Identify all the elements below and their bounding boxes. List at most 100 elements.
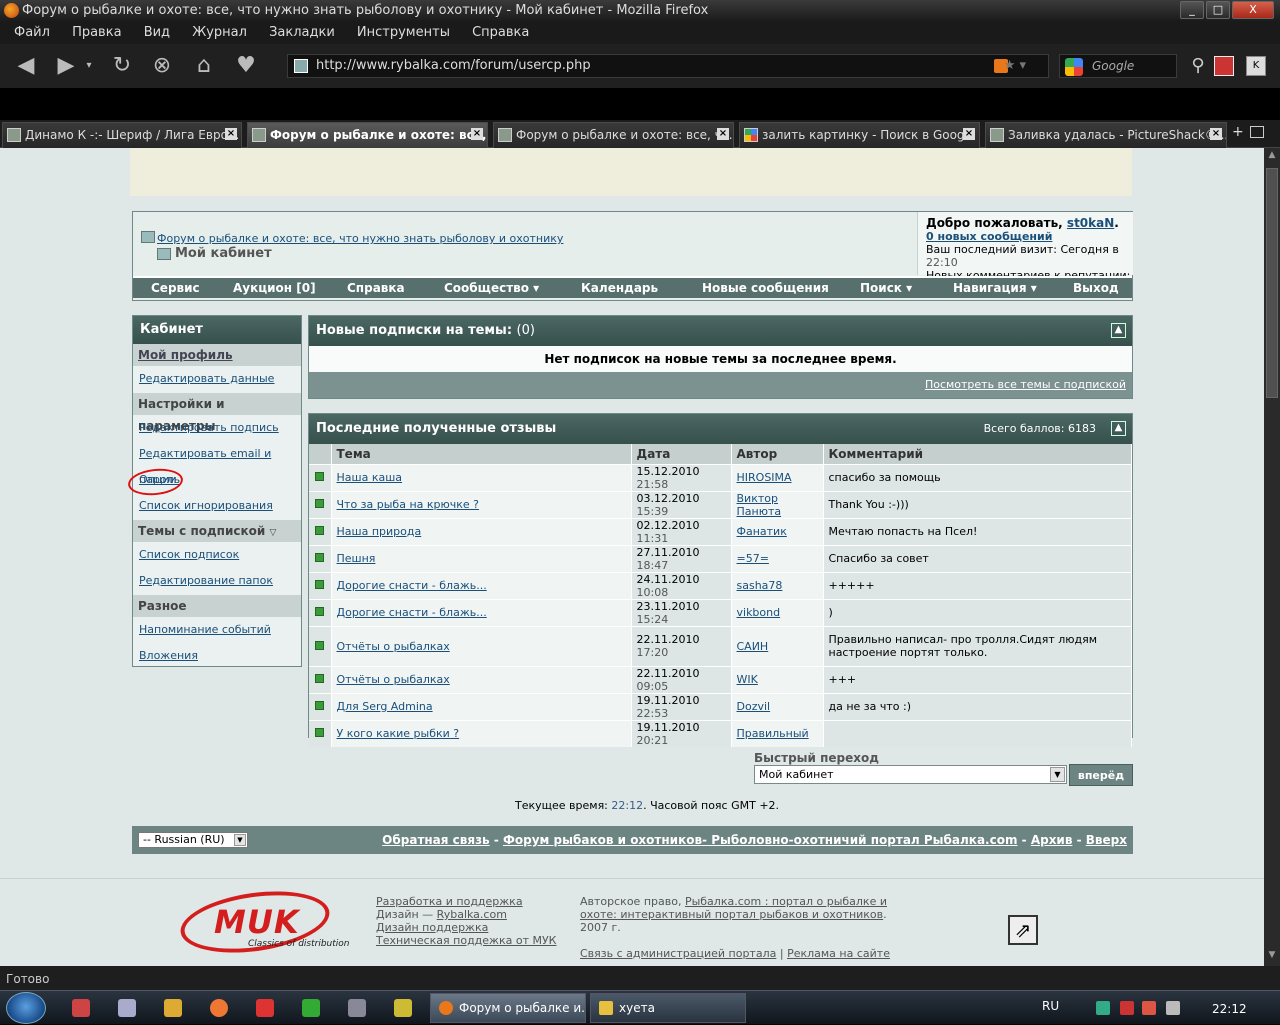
language-select[interactable]: -- Russian (RU) ▼: [138, 832, 248, 848]
new-tab-plus-icon[interactable]: +: [1232, 124, 1244, 140]
quicklaunch-app-icon[interactable]: [302, 999, 320, 1017]
addon-k-icon[interactable]: K: [1246, 56, 1266, 76]
menu-history[interactable]: Журнал: [192, 25, 247, 40]
sidebar-item-edit-data[interactable]: Редактировать данные: [133, 366, 301, 392]
back-arrow-icon[interactable]: ◀: [10, 50, 42, 82]
input-language[interactable]: RU: [1042, 999, 1059, 1013]
review-topic-link[interactable]: Что за рыба на крючке ?: [337, 498, 480, 511]
view-all-subscriptions-link[interactable]: Посмотреть все темы с подпиской: [925, 378, 1126, 391]
tech-support-link[interactable]: Техническая поддежка от МУК: [376, 934, 556, 947]
review-topic-link[interactable]: Наша природа: [337, 525, 422, 538]
sidebar-item-profile-label[interactable]: Мой профиль: [138, 348, 233, 362]
review-author-link[interactable]: Dozvil: [737, 700, 771, 713]
history-dropdown-icon[interactable]: ▾: [82, 50, 96, 82]
sidebar-item-edit-signature[interactable]: Редактировать подпись: [133, 415, 301, 441]
nav-community[interactable]: Сообщество ▾: [444, 278, 539, 298]
menu-view[interactable]: Вид: [144, 25, 170, 40]
nav-navigation[interactable]: Навигация ▾: [953, 278, 1037, 298]
tab-2[interactable]: Форум о рыбалке и охоте: все, ... ×: [247, 122, 488, 148]
review-topic-link[interactable]: Пешня: [337, 552, 376, 565]
tray-network-icon[interactable]: [1120, 1001, 1134, 1015]
portal-home-link[interactable]: Форум рыбаков и охотников- Рыболовно-охо…: [503, 833, 1017, 847]
review-author-link[interactable]: =57=: [737, 552, 769, 565]
collapse-icon[interactable]: ▲: [1111, 323, 1126, 338]
review-topic-link[interactable]: Наша каша: [337, 471, 403, 484]
bookmark-star-icon[interactable]: ★ ▾: [1004, 55, 1026, 77]
username-link[interactable]: st0kaN: [1067, 216, 1114, 230]
review-topic-link[interactable]: Для Serg Admina: [337, 700, 433, 713]
new-messages-link[interactable]: 0 новых сообщений: [926, 230, 1052, 243]
search-magnifier-icon[interactable]: ⚲: [1182, 50, 1214, 82]
nav-calendar[interactable]: Календарь: [581, 278, 658, 298]
addon-red-icon[interactable]: [1214, 56, 1234, 76]
external-arrow-icon[interactable]: ⇗: [1008, 915, 1038, 945]
tab-5[interactable]: Заливка удалась - PictureShack® ... ×: [985, 122, 1227, 148]
quick-jump-go-button[interactable]: вперёд: [1069, 764, 1133, 786]
tab-4[interactable]: залить картинку - Поиск в Google ×: [739, 122, 980, 148]
nav-search[interactable]: Поиск ▾: [860, 278, 912, 298]
development-link[interactable]: Разработка и поддержка: [376, 895, 523, 908]
menu-file[interactable]: Файл: [14, 25, 50, 40]
menu-bookmarks[interactable]: Закладки: [269, 25, 335, 40]
tab-list-icon[interactable]: [1250, 126, 1264, 138]
review-author-link[interactable]: Фанатик: [737, 525, 787, 538]
collapse-icon[interactable]: ▲: [1111, 421, 1126, 436]
sidebar-item-edit-signature-label[interactable]: Редактировать подпись: [139, 421, 279, 434]
quicklaunch-app-icon[interactable]: [118, 999, 136, 1017]
sidebar-item-edit-folders-label[interactable]: Редактирование папок: [139, 574, 273, 587]
feedback-link[interactable]: Обратная связь: [382, 833, 489, 847]
breadcrumb-forum-link[interactable]: Форум о рыбалке и охоте: все, что нужно …: [157, 232, 563, 245]
scroll-down-icon[interactable]: ▼: [1266, 950, 1278, 964]
scrollbar-thumb[interactable]: [1266, 168, 1278, 398]
tray-app-icon[interactable]: [1142, 1001, 1156, 1015]
maximize-button[interactable]: □: [1206, 1, 1230, 19]
quicklaunch-app-icon[interactable]: [164, 999, 182, 1017]
nav-auction[interactable]: Аукцион [0]: [233, 278, 316, 298]
scroll-up-icon[interactable]: ▲: [1266, 150, 1278, 164]
addon-icon[interactable]: ♥: [230, 50, 262, 82]
tab-1[interactable]: Динамо К -:- Шериф / Лига Евро... ×: [2, 122, 242, 148]
chevron-down-icon[interactable]: ▽: [269, 528, 276, 538]
tab-3[interactable]: Форум о рыбалке и охоте: все, чт... ×: [493, 122, 734, 148]
start-button[interactable]: [6, 992, 46, 1024]
system-clock[interactable]: 22:12: [1212, 1002, 1247, 1016]
stop-icon[interactable]: ⊗: [146, 50, 178, 82]
steam-icon[interactable]: [348, 999, 366, 1017]
home-icon[interactable]: ⌂: [188, 50, 220, 82]
google-icon[interactable]: [1065, 58, 1083, 76]
sidebar-item-edit-folders[interactable]: Редактирование папок: [133, 568, 301, 594]
menu-tools[interactable]: Инструменты: [357, 25, 450, 40]
review-topic-link[interactable]: У кого какие рыбки ?: [337, 727, 460, 740]
chevron-down-icon[interactable]: ▼: [234, 834, 246, 846]
taskbar-folder[interactable]: хуета: [590, 993, 746, 1023]
nav-help[interactable]: Справка: [347, 278, 405, 298]
review-author-link[interactable]: WIK: [737, 673, 758, 686]
nav-new-posts[interactable]: Новые сообщения: [702, 278, 829, 298]
review-author-link[interactable]: Виктор Панюта: [737, 492, 782, 518]
review-topic-link[interactable]: Дорогие снасти - блажь...: [337, 606, 487, 619]
sidebar-item-ignore-list[interactable]: Список игнорирования: [133, 493, 301, 519]
forward-arrow-icon[interactable]: ▶: [50, 50, 82, 82]
review-author-link[interactable]: sasha78: [737, 579, 783, 592]
sidebar-item-reminders-label[interactable]: Напоминание событий: [139, 623, 271, 636]
vertical-scrollbar[interactable]: ▲ ▼: [1264, 148, 1280, 966]
tab-close-icon[interactable]: ×: [471, 128, 483, 140]
chevron-down-icon[interactable]: ▼: [1050, 767, 1065, 782]
sidebar-item-attachments[interactable]: Вложения: [133, 643, 301, 669]
tab-close-icon[interactable]: ×: [225, 128, 237, 140]
quicklaunch-app-icon[interactable]: [210, 999, 228, 1017]
search-input[interactable]: Google: [1059, 54, 1177, 78]
quicklaunch-app-icon[interactable]: [72, 999, 90, 1017]
url-bar[interactable]: http://www.rybalka.com/forum/usercp.php …: [287, 54, 1049, 78]
taskbar-firefox[interactable]: Форум о рыбалке и...: [430, 993, 586, 1023]
quicklaunch-app-icon[interactable]: [256, 999, 274, 1017]
nav-service[interactable]: Сервис: [151, 278, 200, 298]
tray-app-icon[interactable]: [1096, 1001, 1110, 1015]
sidebar-item-ignore-list-label[interactable]: Список игнорирования: [139, 499, 273, 512]
sidebar-item-subs-list-label[interactable]: Список подписок: [139, 548, 239, 561]
review-topic-link[interactable]: Отчёты о рыбалках: [337, 640, 450, 653]
sidebar-item-reminders[interactable]: Напоминание событий: [133, 617, 301, 643]
sidebar-item-edit-email[interactable]: Редактировать email и пароль: [133, 441, 301, 486]
advertising-link[interactable]: Реклама на сайте: [787, 947, 890, 960]
nav-logout[interactable]: Выход: [1073, 278, 1119, 298]
